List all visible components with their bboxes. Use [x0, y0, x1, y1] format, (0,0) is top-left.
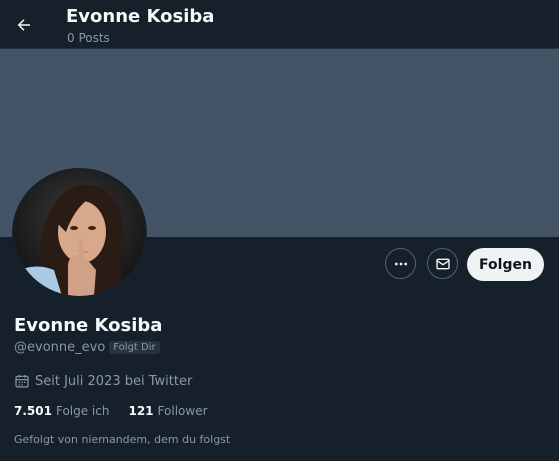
follows-you-badge: Folgt Dir [109, 341, 160, 354]
header-post-count: 0 Posts [67, 31, 110, 45]
followers-count: 121 [128, 404, 154, 418]
joined-date: Seit Juli 2023 bei Twitter [35, 373, 193, 389]
message-button[interactable] [427, 248, 458, 279]
avatar[interactable] [12, 168, 147, 298]
avatar-photo [14, 170, 145, 296]
profile-name: Evonne Kosiba [14, 315, 163, 336]
profile-handle: @evonne_evo [14, 340, 106, 355]
followers-link[interactable]: 121 Follower [128, 404, 207, 418]
more-options-button[interactable] [385, 248, 416, 279]
envelope-icon [435, 258, 450, 269]
calendar-icon [15, 375, 29, 388]
following-link[interactable]: 7.501 Folge ich [14, 404, 109, 418]
following-count: 7.501 [14, 404, 52, 418]
follow-button[interactable]: Folgen [467, 248, 544, 281]
header-title: Evonne Kosiba [66, 6, 215, 27]
followers-label: Follower [157, 404, 208, 418]
arrow-left-icon [17, 18, 30, 31]
followed-by-text: Gefolgt von niemandem, dem du folgst [14, 433, 231, 446]
follow-stats: 7.501 Folge ich 121 Follower [14, 404, 208, 418]
following-label: Folge ich [55, 404, 110, 418]
back-button[interactable] [8, 9, 39, 40]
handle-row: @evonne_evo Folgt Dir [14, 340, 160, 355]
more-horizontal-icon [394, 262, 407, 265]
profile-header-bar: Evonne Kosiba 0 Posts [0, 0, 559, 49]
joined-date-row: Seit Juli 2023 bei Twitter [14, 373, 192, 389]
